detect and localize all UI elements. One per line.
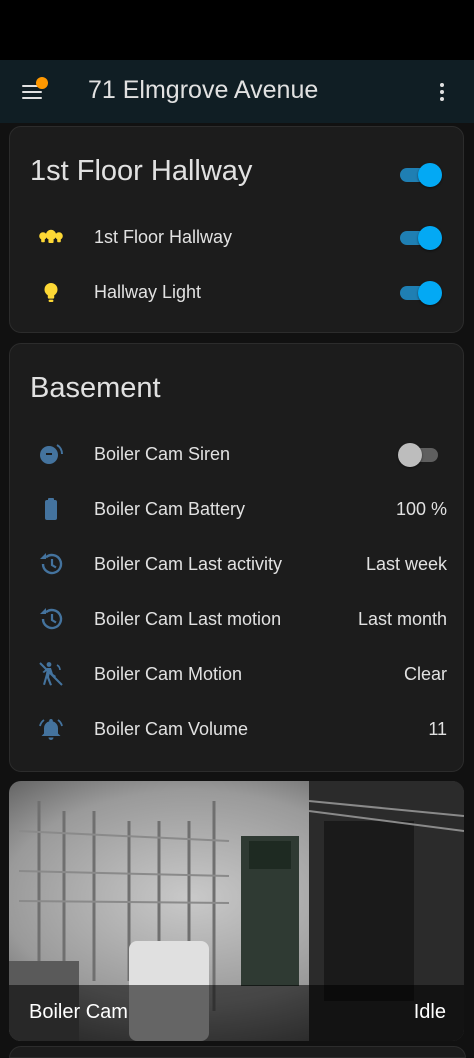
next-card-edge [9,1046,466,1058]
battery-icon [37,495,65,523]
page-title: 71 Elmgrove Avenue [88,76,319,104]
status-bar [0,0,474,60]
entity-label: 1st Floor Hallway [94,227,233,247]
history-icon [37,550,65,578]
entity-state: Clear [403,664,447,684]
alarm-bell-icon [37,440,65,468]
lightbulb-group-icon [37,223,65,251]
hallway-light-toggle[interactable] [398,280,444,306]
lightbulb-icon [37,278,65,306]
camera-caption: Boiler Cam Idle [9,985,464,1041]
hallway-card: 1st Floor Hallway 1st Floor Hallway Hall… [9,126,464,333]
hallway-group-toggle[interactable] [398,162,444,188]
entity-row[interactable]: Boiler Cam Motion Clear [10,652,465,696]
history-icon [37,605,65,633]
menu-button[interactable] [14,74,50,110]
notification-badge [36,77,48,89]
app-bar: 71 Elmgrove Avenue [0,60,474,123]
entity-label: Boiler Cam Battery [94,499,246,519]
hallway-card-title: 1st Floor Hallway [30,155,253,187]
entity-state: Last week [365,554,447,574]
hallway-light-group-toggle[interactable] [398,225,444,251]
motion-sensor-off-icon [37,660,65,688]
entity-label: Boiler Cam Motion [94,664,243,684]
entity-row[interactable]: Boiler Cam Last motion Last month [10,597,465,641]
camera-state: Idle [413,1001,446,1023]
siren-toggle[interactable] [398,442,444,468]
entity-label: Boiler Cam Volume [94,719,249,739]
entity-row[interactable]: Boiler Cam Siren [10,432,465,476]
camera-name: Boiler Cam [29,1001,128,1023]
bell-ring-icon [37,715,65,743]
entity-row[interactable]: Hallway Light [10,270,465,314]
entity-label: Boiler Cam Siren [94,444,231,464]
entity-state: 100 % [395,499,447,519]
overflow-menu-button[interactable] [426,76,458,108]
basement-card: Basement Boiler Cam Siren Boiler Cam Bat… [9,343,464,772]
entity-state: Last month [357,609,447,629]
basement-card-title: Basement [30,372,161,404]
entity-row[interactable]: Boiler Cam Last activity Last week [10,542,465,586]
entity-label: Boiler Cam Last motion [94,609,282,629]
camera-card[interactable]: Boiler Cam Idle [9,781,464,1041]
entity-state: 11 [428,719,447,739]
entity-row[interactable]: Boiler Cam Volume 11 [10,707,465,751]
entity-row[interactable]: 1st Floor Hallway [10,215,465,259]
entity-label: Boiler Cam Last activity [94,554,283,574]
entity-row[interactable]: Boiler Cam Battery 100 % [10,487,465,531]
entity-label: Hallway Light [94,282,202,302]
